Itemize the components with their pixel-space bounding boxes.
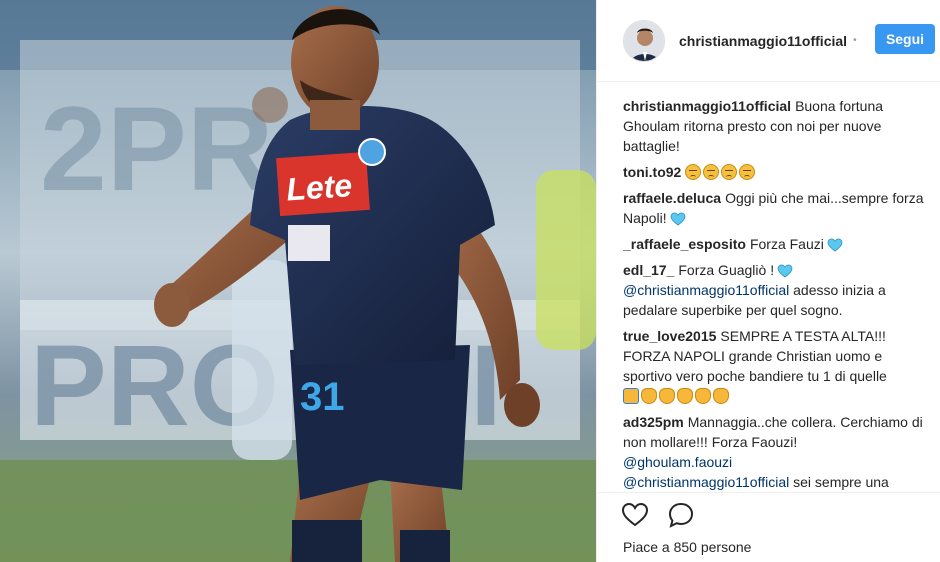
author-username[interactable]: christianmaggio11official (679, 33, 847, 49)
sad-face-emoji-icon (739, 164, 756, 180)
clapping-hands-emoji-icon (659, 388, 675, 404)
comment-username[interactable]: true_love2015 (623, 328, 716, 344)
sad-face-emoji-icon (685, 164, 702, 180)
instagram-post-view: 2PR PRO I Lete 31 christianmaggio11offic… (0, 0, 940, 562)
comment-item: christianmaggio11official Buona fortuna G… (623, 96, 929, 156)
blue-heart-emoji-icon (670, 212, 685, 226)
speech-bubble-icon[interactable] (667, 501, 695, 529)
sad-face-emoji-icon (721, 164, 738, 180)
comment-username[interactable]: edl_17_ (623, 262, 674, 278)
jersey-number-text: 31 (300, 375, 345, 419)
comment-text: Forza Guagliò ! (678, 262, 775, 278)
author-avatar[interactable] (623, 19, 665, 62)
clapping-hands-emoji-icon (713, 388, 729, 404)
football-player-photo: 2PR PRO I Lete 31 (0, 0, 596, 562)
jersey-sponsor-text: Lete (285, 167, 353, 208)
clapping-hands-emoji-icon (695, 388, 711, 404)
comment-mention-link[interactable]: @ghoulam.faouzi (623, 454, 732, 470)
heart-outline-icon[interactable] (621, 501, 649, 529)
comment-mention-link[interactable]: @christianmaggio11official (623, 474, 789, 490)
comment-item: raffaele.deluca Oggi più che mai...sempre… (623, 188, 929, 228)
comment-item: true_love2015 SEMPRE A TESTA ALTA!!! FORZ… (623, 326, 929, 406)
clapping-hands-emoji-icon (641, 388, 657, 404)
comment-item: edl_17_ Forza Guagliò ! @christianmaggio11… (623, 260, 929, 320)
post-header: christianmaggio11official • Segui (597, 0, 940, 82)
raised-hands-emoji-icon (623, 388, 639, 404)
comment-username[interactable]: ad325pm (623, 414, 684, 430)
post-actions: Piace a 850 persone (597, 492, 940, 562)
blue-heart-emoji-icon (827, 238, 843, 252)
comment-item: toni.to92 (623, 162, 929, 182)
likes-count[interactable]: Piace a 850 persone (623, 539, 751, 555)
comments-list[interactable]: christianmaggio11official Buona fortuna G… (623, 96, 929, 492)
post-photo[interactable]: 2PR PRO I Lete 31 (0, 0, 596, 562)
comment-username[interactable]: toni.to92 (623, 164, 681, 180)
comment-username[interactable]: christianmaggio11official (623, 98, 791, 114)
comment-username[interactable]: raffaele.deluca (623, 190, 721, 206)
comment-text: Forza Fauzi (749, 236, 824, 252)
comment-item: _raffaele_esposito Forza Fauzi (623, 234, 929, 254)
comment-item: ad325pm Mannaggia..che collera. Cerchiamo… (623, 412, 929, 492)
header-separator-dot: • (853, 35, 857, 46)
svg-text:2PR: 2PR (40, 82, 273, 216)
blue-heart-emoji-icon (777, 264, 793, 278)
post-side-panel: christianmaggio11official • Segui christ… (596, 0, 940, 562)
clapping-hands-emoji-icon (677, 388, 693, 404)
comment-username[interactable]: _raffaele_esposito (623, 236, 746, 252)
sad-face-emoji-icon (703, 164, 720, 180)
comment-mention-link[interactable]: @christianmaggio11official (623, 282, 789, 298)
follow-button[interactable]: Segui (875, 24, 935, 54)
